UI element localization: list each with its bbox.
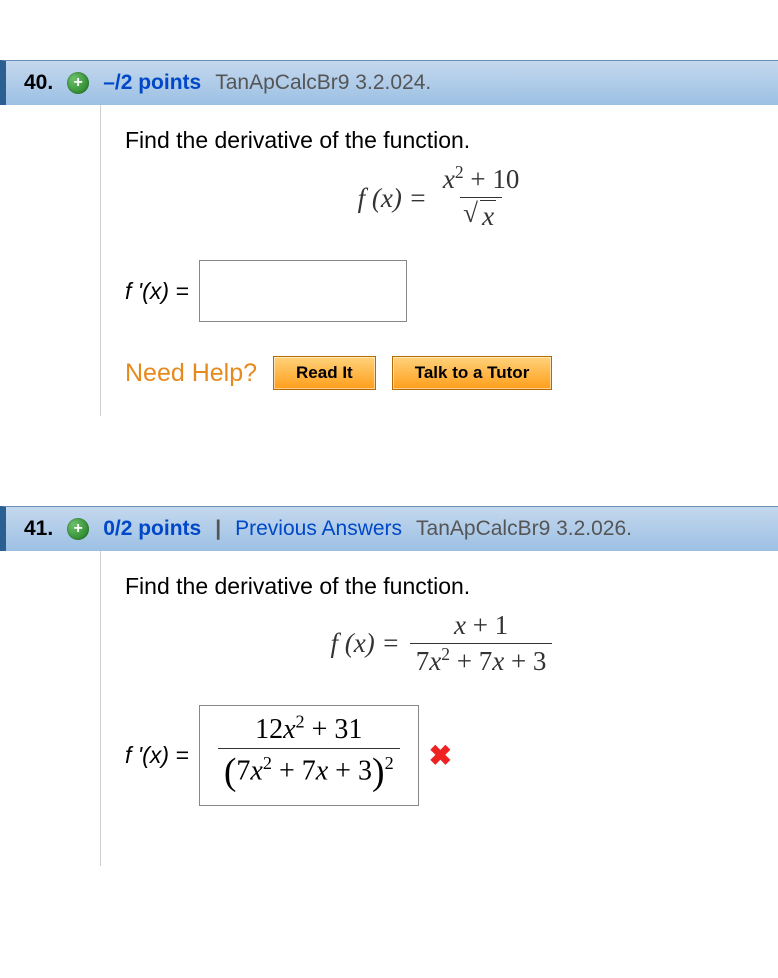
answer-row: f '(x) = 12x2 + 31 (7x2 + 7x + 3)2 ✖ xyxy=(125,705,758,806)
answer-row: f '(x) = xyxy=(125,260,758,322)
sqrt: x xyxy=(466,200,496,232)
prompt: Find the derivative of the function. xyxy=(125,573,758,600)
formula-lhs: f (x) = xyxy=(358,183,427,214)
previous-answers-link[interactable]: Previous Answers xyxy=(235,517,402,541)
denominator: 7x2 + 7x + 3 xyxy=(410,643,553,677)
question-header: 41. + 0/2 points | Previous Answers TanA… xyxy=(0,506,778,551)
question-ref: TanApCalcBr9 3.2.026. xyxy=(416,517,632,541)
answer-denominator: (7x2 + 7x + 3)2 xyxy=(218,748,400,794)
talk-to-tutor-button[interactable]: Talk to a Tutor xyxy=(392,356,553,390)
numerator: x2 + 10 xyxy=(437,164,525,197)
question-header: 40. + –/2 points TanApCalcBr9 3.2.024. xyxy=(0,60,778,105)
points[interactable]: 0/2 points xyxy=(103,517,201,541)
question-41: 41. + 0/2 points | Previous Answers TanA… xyxy=(0,506,778,866)
answer-numerator: 12x2 + 31 xyxy=(249,714,368,748)
expand-icon[interactable]: + xyxy=(67,518,89,540)
denominator: x xyxy=(460,197,502,232)
read-it-button[interactable]: Read It xyxy=(273,356,376,390)
function-formula: f (x) = x2 + 10 x xyxy=(125,164,758,232)
answer-lhs: f '(x) = xyxy=(125,278,189,305)
question-body: Find the derivative of the function. f (… xyxy=(100,105,778,416)
numerator: x + 1 xyxy=(448,610,514,643)
expand-icon[interactable]: + xyxy=(67,72,89,94)
help-row: Need Help? Read It Talk to a Tutor xyxy=(125,356,758,390)
answer-lhs: f '(x) = xyxy=(125,742,189,769)
question-body: Find the derivative of the function. f (… xyxy=(100,551,778,866)
question-number: 40. xyxy=(24,71,53,95)
formula-lhs: f (x) = xyxy=(331,628,400,659)
question-40: 40. + –/2 points TanApCalcBr9 3.2.024. F… xyxy=(0,60,778,416)
incorrect-icon: ✖ xyxy=(429,739,452,772)
prompt: Find the derivative of the function. xyxy=(125,127,758,154)
answer-fraction: 12x2 + 31 (7x2 + 7x + 3)2 xyxy=(218,714,400,795)
separator: | xyxy=(215,517,221,541)
question-ref: TanApCalcBr9 3.2.024. xyxy=(215,71,431,95)
question-number: 41. xyxy=(24,517,53,541)
fraction: x2 + 10 x xyxy=(437,164,525,232)
points[interactable]: –/2 points xyxy=(103,71,201,95)
fraction: x + 1 7x2 + 7x + 3 xyxy=(410,610,553,677)
need-help-label: Need Help? xyxy=(125,359,257,388)
sqrt-arg: x xyxy=(482,201,494,231)
submitted-answer[interactable]: 12x2 + 31 (7x2 + 7x + 3)2 xyxy=(199,705,419,806)
function-formula: f (x) = x + 1 7x2 + 7x + 3 xyxy=(125,610,758,677)
answer-input[interactable] xyxy=(199,260,407,322)
